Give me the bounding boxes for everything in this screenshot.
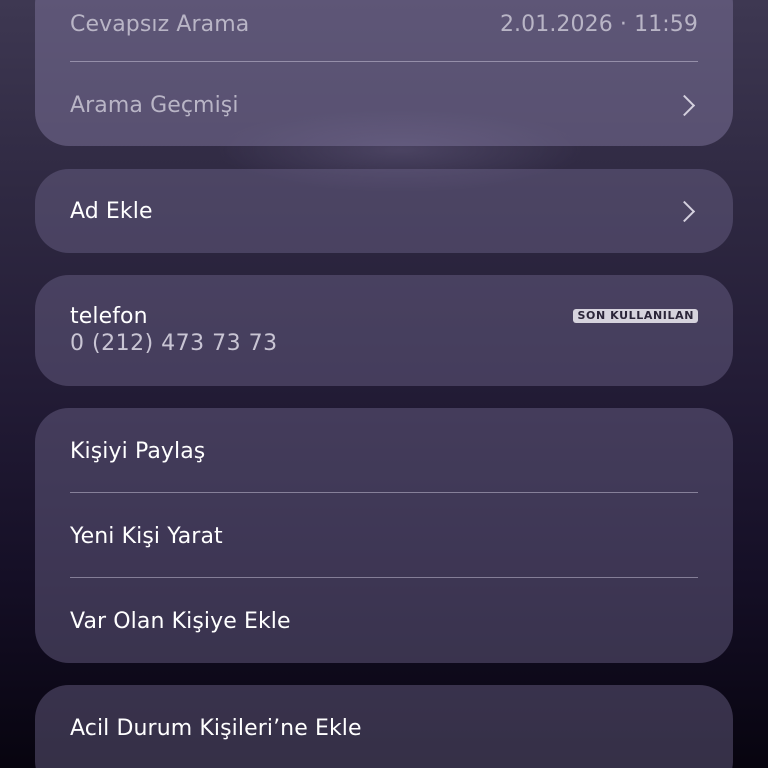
phone-number: 0 (212) 473 73 73 [70, 331, 278, 356]
add-to-existing-contact-label: Var Olan Kişiye Ekle [70, 608, 291, 634]
phone-label-row: telefon SON KULLANILAN [70, 301, 698, 331]
divider [70, 577, 698, 578]
phone-number-card[interactable]: telefon SON KULLANILAN 0 (212) 473 73 73 [35, 275, 733, 386]
recently-used-badge: SON KULLANILAN [573, 309, 698, 323]
add-name-button[interactable]: Ad Ekle [35, 169, 733, 253]
add-name-label: Ad Ekle [70, 198, 153, 224]
share-contact-label: Kişiyi Paylaş [70, 438, 206, 464]
add-name-row: Ad Ekle [70, 191, 698, 231]
chevron-right-icon [673, 200, 696, 222]
create-new-contact-button[interactable]: Yeni Kişi Yarat [70, 515, 698, 557]
divider [70, 61, 698, 62]
chevron-right-icon [673, 94, 696, 116]
emergency-row: Acil Durum Kişileri’ne Ekle [70, 707, 698, 749]
call-history-row[interactable]: Arama Geçmişi [70, 85, 698, 125]
divider [70, 492, 698, 493]
add-to-existing-contact-button[interactable]: Var Olan Kişiye Ekle [70, 600, 698, 642]
share-contact-button[interactable]: Kişiyi Paylaş [70, 430, 698, 472]
missed-call-label: Cevapsız Arama [70, 11, 250, 37]
call-history-label: Arama Geçmişi [70, 92, 239, 118]
call-history-card: Cevapsız Arama 2.01.2026 · 11:59 Arama G… [35, 0, 733, 146]
missed-call-row: Cevapsız Arama 2.01.2026 · 11:59 [70, 4, 698, 44]
add-to-emergency-contacts-label: Acil Durum Kişileri’ne Ekle [70, 715, 362, 741]
add-to-emergency-contacts-button[interactable]: Acil Durum Kişileri’ne Ekle [35, 685, 733, 768]
create-new-contact-label: Yeni Kişi Yarat [70, 523, 223, 549]
missed-call-time: 2.01.2026 · 11:59 [499, 11, 698, 37]
contact-actions-card: Kişiyi Paylaş Yeni Kişi Yarat Var Olan K… [35, 408, 733, 663]
phone-label: telefon [70, 303, 148, 329]
